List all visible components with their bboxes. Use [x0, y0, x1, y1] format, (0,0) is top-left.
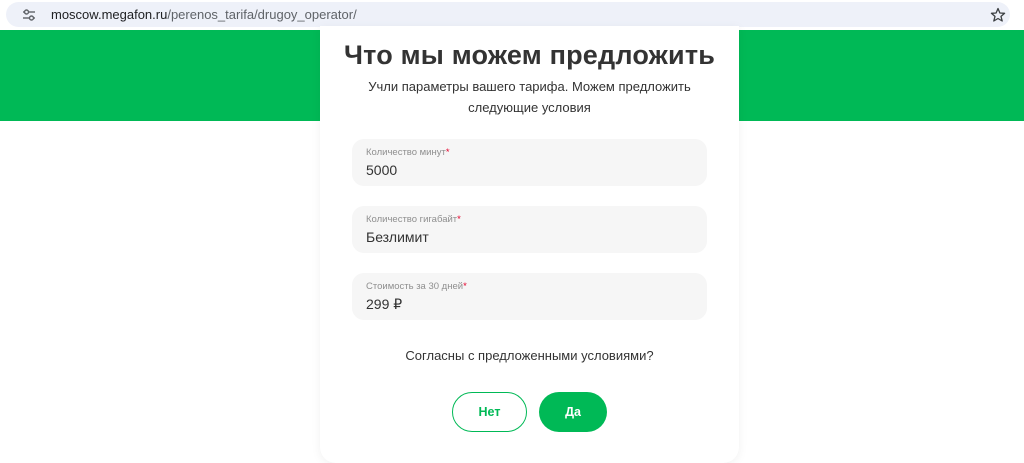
- tune-icon[interactable]: [22, 8, 36, 22]
- url-path: /perenos_tarifa/drugoy_operator/: [167, 7, 357, 22]
- field-label: Стоимость за 30 дней*: [366, 281, 467, 292]
- field-label: Количество гигабайт*: [366, 214, 461, 225]
- field-label-text: Количество гигабайт: [366, 214, 458, 225]
- gigabytes-field[interactable]: Количество гигабайт* Безлимит: [352, 206, 707, 253]
- yes-button[interactable]: Да: [539, 392, 607, 432]
- offer-title: Что мы можем предложить: [343, 40, 716, 70]
- required-mark: *: [457, 214, 461, 225]
- field-label-text: Стоимость за 30 дней: [366, 281, 464, 292]
- required-mark: *: [463, 281, 467, 292]
- field-label: Количество минут*: [366, 147, 450, 158]
- field-value: 299 ₽: [366, 296, 403, 312]
- price-field[interactable]: Стоимость за 30 дней* 299 ₽: [352, 273, 707, 320]
- required-mark: *: [445, 147, 450, 158]
- url-text[interactable]: moscow.megafon.ru/perenos_tarifa/drugoy_…: [51, 7, 357, 22]
- minutes-field[interactable]: Количество минут* 5000: [352, 139, 707, 186]
- field-value: 5000: [366, 162, 398, 178]
- offer-card: Что мы можем предложить Учли параметры в…: [320, 26, 739, 463]
- address-bar[interactable]: moscow.megafon.ru/perenos_tarifa/drugoy_…: [6, 2, 1010, 27]
- url-host: moscow.megafon.ru: [51, 7, 168, 22]
- field-label-text: Количество минут: [366, 147, 446, 158]
- star-icon[interactable]: [990, 7, 1006, 23]
- no-button[interactable]: Нет: [452, 392, 527, 432]
- agreement-question: Согласны с предложенными условиями?: [405, 348, 654, 363]
- offer-subtitle: Учли параметры вашего тарифа. Можем пред…: [368, 79, 691, 115]
- field-value: Безлимит: [366, 229, 429, 245]
